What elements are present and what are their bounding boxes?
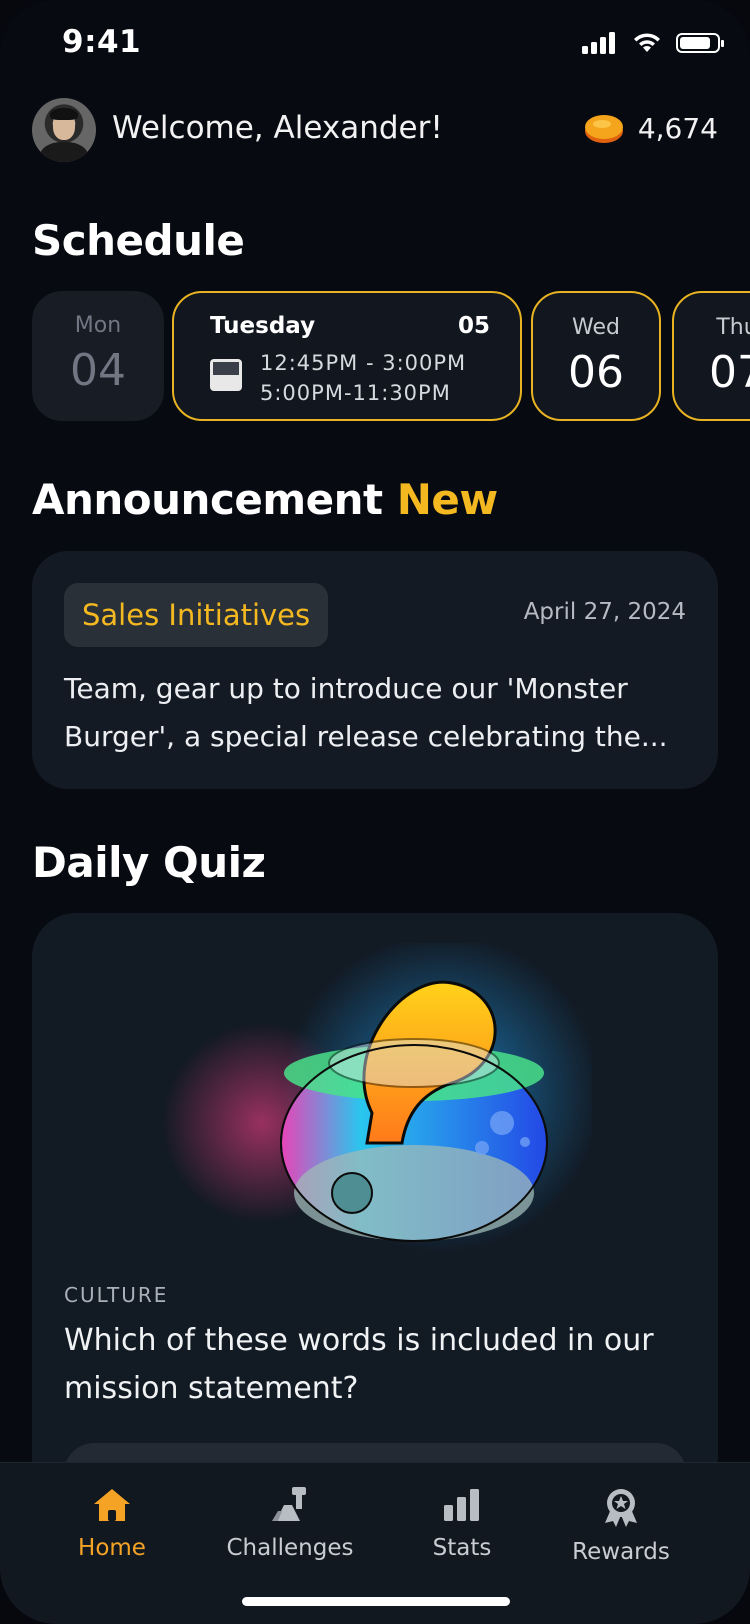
day-name: Thu — [716, 315, 750, 340]
schedule-day-mon[interactable]: Mon 04 — [32, 291, 164, 421]
day-number: 07 — [709, 347, 750, 398]
shift-time: 12:45PM - 3:00PM — [260, 351, 467, 375]
announcement-card[interactable]: Sales Initiatives April 27, 2024 Team, g… — [32, 551, 718, 789]
quiz-card[interactable]: CULTURE Which of these words is included… — [32, 913, 718, 1553]
day-number: 05 — [457, 313, 490, 339]
announcement-title: Announcement New — [32, 475, 498, 524]
status-icons — [582, 32, 724, 54]
day-name: Tuesday — [210, 313, 316, 339]
signal-icon — [582, 32, 615, 54]
avatar[interactable] — [32, 98, 96, 162]
challenges-icon — [272, 1487, 306, 1521]
app-screen: 9:41 Welcome, Alexander! 4,674 Schedule — [0, 0, 750, 1624]
coin-value: 4,674 — [637, 112, 718, 145]
schedule-day-wed[interactable]: Wed 06 — [531, 291, 661, 421]
day-number: 06 — [568, 347, 624, 398]
daily-quiz-title: Daily Quiz — [32, 838, 266, 887]
status-time: 9:41 — [62, 24, 142, 60]
tab-label: Rewards — [572, 1539, 670, 1565]
schedule-day-thu[interactable]: Thu 07 — [672, 291, 750, 421]
day-name: Wed — [572, 315, 620, 340]
tab-home[interactable]: Home — [62, 1487, 162, 1561]
announcement-title-text: Announcement — [32, 475, 383, 524]
battery-fill — [680, 37, 710, 49]
stats-icon — [444, 1489, 479, 1521]
day-name: Mon — [74, 313, 122, 338]
rewards-icon — [605, 1489, 637, 1527]
coin-icon — [584, 114, 623, 143]
shift-icon — [210, 359, 242, 391]
schedule-title: Schedule — [32, 216, 245, 265]
quiz-category: CULTURE — [64, 1283, 169, 1307]
announcement-date: April 27, 2024 — [523, 599, 686, 625]
wifi-icon — [634, 33, 660, 52]
quiz-question: Which of these words is included in our … — [64, 1323, 654, 1406]
new-label: New — [396, 475, 498, 524]
tab-label: Stats — [432, 1535, 492, 1561]
home-indicator[interactable] — [242, 1597, 510, 1606]
coin-balance[interactable]: 4,674 — [584, 112, 718, 145]
schedule-day-tue[interactable]: Tuesday 05 12:45PM - 3:00PM 5:00PM-11:30… — [172, 291, 522, 421]
quiz-illustration-icon — [162, 943, 592, 1253]
battery-icon — [676, 33, 724, 53]
announcement-tag: Sales Initiatives — [64, 583, 329, 647]
announcement-body: Team, gear up to introduce our 'Monster … — [64, 672, 668, 753]
tab-challenges[interactable]: Challenges — [220, 1487, 360, 1561]
tab-stats[interactable]: Stats — [412, 1487, 512, 1561]
day-number: 04 — [70, 345, 126, 396]
welcome-text: Welcome, Alexander! — [112, 110, 443, 146]
tab-rewards[interactable]: Rewards — [566, 1487, 676, 1565]
tab-label: Challenges — [226, 1535, 354, 1561]
tab-label: Home — [78, 1535, 146, 1561]
shift-time: 5:00PM-11:30PM — [260, 381, 451, 405]
home-icon — [94, 1489, 130, 1521]
